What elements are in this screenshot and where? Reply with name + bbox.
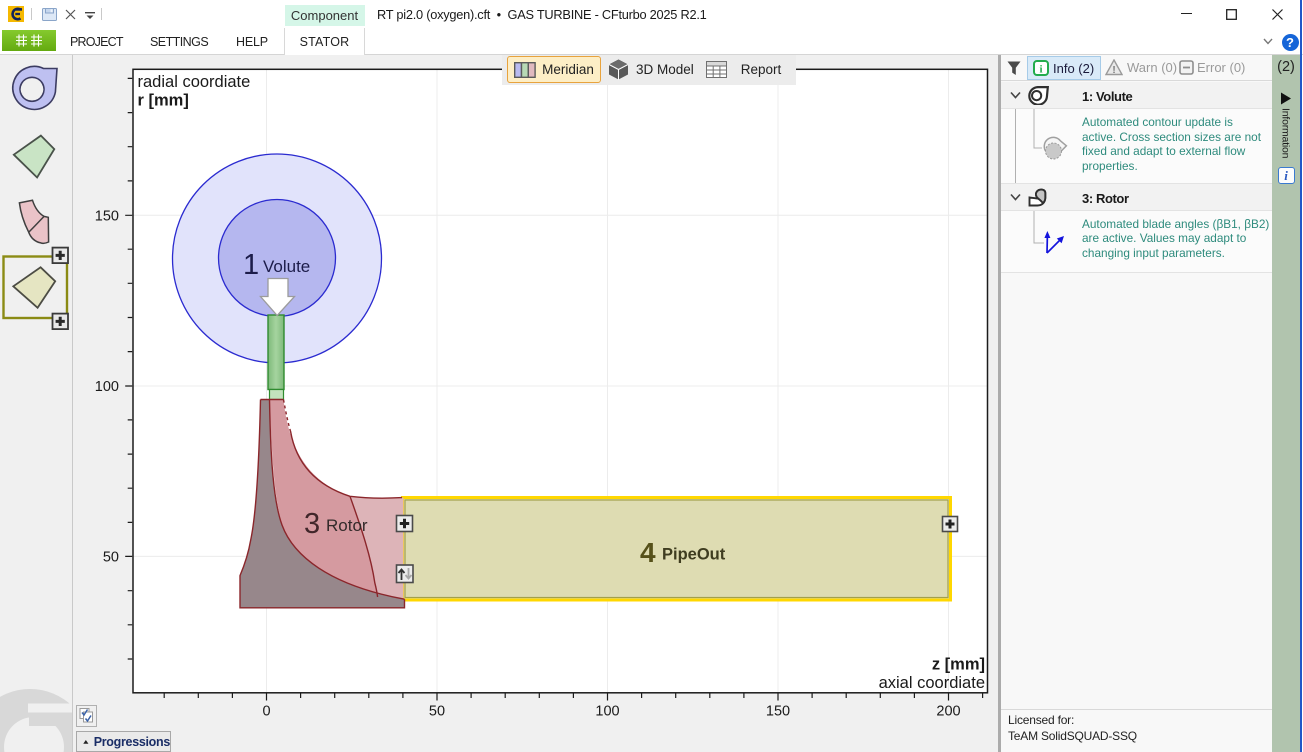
svg-text:0: 0	[262, 704, 270, 720]
svg-text:50: 50	[429, 704, 445, 720]
svg-text:4: 4	[640, 537, 656, 568]
svg-text:150: 150	[766, 704, 790, 720]
svg-text:Rotor: Rotor	[326, 516, 368, 535]
svg-text:3: 3	[304, 508, 320, 540]
svg-text:Volute: Volute	[263, 257, 310, 276]
svg-text:PipeOut: PipeOut	[662, 546, 726, 564]
svg-text:100: 100	[595, 704, 619, 720]
svg-text:200: 200	[936, 704, 960, 720]
svg-text:50: 50	[103, 549, 119, 565]
svg-text:150: 150	[95, 208, 119, 224]
svg-text:100: 100	[95, 379, 119, 395]
svg-text:axial coordiate: axial coordiate	[879, 674, 985, 692]
svg-text:!: !	[1112, 65, 1115, 76]
svg-text:r [mm]: r [mm]	[138, 92, 189, 110]
svg-text:radial coordiate: radial coordiate	[138, 73, 251, 91]
svg-text:i: i	[1039, 64, 1042, 76]
svg-text:z [mm]: z [mm]	[932, 656, 985, 674]
svg-text:1: 1	[243, 249, 259, 281]
